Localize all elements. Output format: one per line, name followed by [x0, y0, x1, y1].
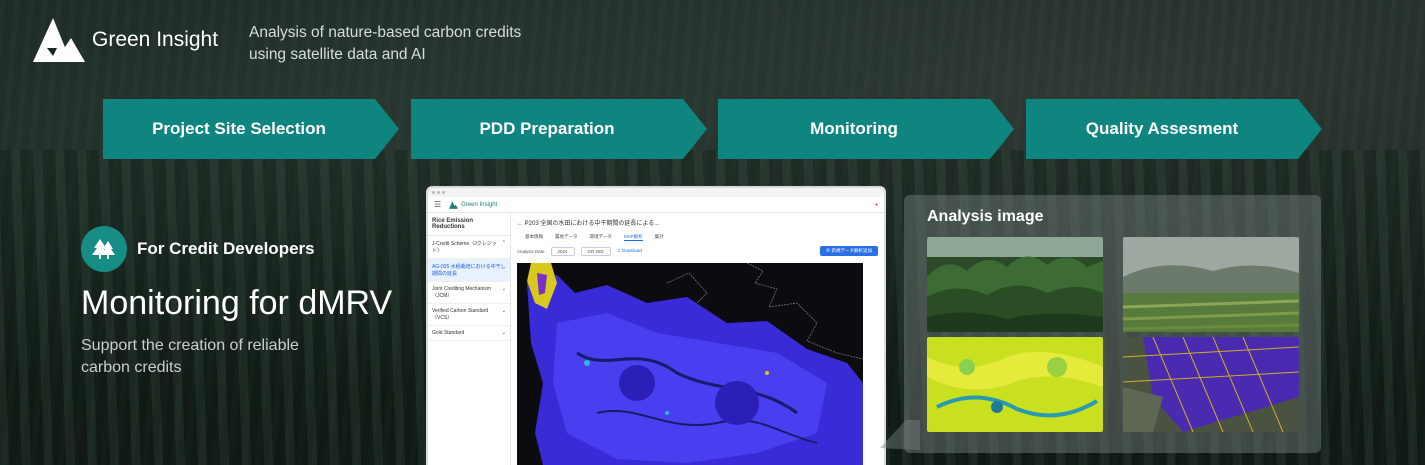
analysis-title: Analysis image: [927, 208, 1044, 225]
tagline-line-1: Analysis of nature-based carbon credits: [249, 24, 522, 41]
developer-badge-label: For Credit Developers: [137, 239, 315, 258]
step-label: Project Site Selection: [152, 119, 326, 138]
brand-tagline: Analysis of nature-based carbon credits …: [249, 22, 521, 66]
app-brand: Green Insight: [449, 200, 498, 209]
app-sidebar: Rice Emission Reductions J-Credit Scheme…: [428, 213, 511, 465]
sidebar-item-label: Joint Crediting Mechanism（JCM）: [432, 286, 491, 299]
map-rendering: [517, 263, 863, 465]
app-logo-icon: [449, 200, 459, 209]
breadcrumb: ← P203 全国の水田における中干期間の延長による...: [511, 213, 884, 232]
paddies-image: [1123, 337, 1299, 432]
sidebar-item-label: Gold Standard: [432, 330, 465, 336]
step-label: Monitoring: [810, 119, 898, 138]
ndvi-image: [927, 337, 1103, 432]
subtitle-line-1: Support the creation of reliable: [81, 337, 299, 354]
app-screenshot: ☰ Green Insight ● Rice Emission Reductio…: [426, 186, 886, 465]
hamburger-menu-icon[interactable]: ☰: [434, 200, 441, 209]
window-chrome: [428, 188, 884, 197]
brand-name: Green Insight: [92, 28, 219, 51]
window-dot: [442, 191, 445, 194]
window-dot: [437, 191, 440, 194]
app-main: ← P203 全国の水田における中干期間の延長による... 基本情報 農地データ…: [511, 213, 884, 465]
step-label: PDD Preparation: [479, 119, 615, 138]
forest-image: [927, 237, 1103, 332]
subtitle-line-2: carbon credits: [81, 359, 182, 376]
page-root: Green Insight Analysis of nature-based c…: [0, 0, 1425, 465]
step-project-site-selection[interactable]: Project Site Selection: [103, 99, 399, 159]
filter-label: Analysis Date: [517, 248, 545, 254]
add-analysis-button[interactable]: ⊕ 新規データ解析追加: [819, 246, 878, 256]
sidebar-title: Rice Emission Reductions: [428, 213, 510, 236]
analysis-image-ndvi[interactable]: [927, 337, 1103, 432]
tab-env-data[interactable]: 環境データ: [590, 234, 613, 241]
step-label: Quality Assesment: [1085, 119, 1239, 138]
sidebar-item-label: AG-005 水稲栽培における中干し期間の延長: [432, 264, 506, 277]
section-subtitle: Support the creation of reliable carbon …: [81, 335, 361, 379]
tab-farm-data[interactable]: 農地データ: [555, 234, 578, 241]
app-brand-name: Green Insight: [461, 201, 498, 208]
window-dot: [432, 191, 435, 194]
user-menu-icon[interactable]: ●: [875, 202, 878, 208]
plus-icon: ⊕: [825, 248, 831, 253]
analysis-image-paddies[interactable]: [1123, 337, 1299, 432]
analysis-panel: Analysis image: [904, 195, 1321, 453]
sidebar-item-ag005[interactable]: AG-005 水稲栽培における中干し期間の延長: [428, 259, 510, 282]
farmland-image: [1123, 237, 1299, 332]
breadcrumb-text: P203 全国の水田における中干期間の延長による...: [524, 221, 660, 227]
brand-logo[interactable]: Green Insight: [33, 18, 218, 62]
year-select[interactable]: 2024: [550, 246, 575, 256]
sidebar-item-label: J-Credit Scheme（Jクレジット）: [432, 241, 497, 254]
analysis-image-forest[interactable]: [927, 237, 1103, 332]
download-link[interactable]: ⇩ Download: [617, 248, 642, 254]
section-title: Monitoring for dMRV: [81, 284, 393, 322]
chevron-down-icon: ⌄: [501, 308, 506, 314]
app-body: Rice Emission Reductions J-Credit Scheme…: [428, 213, 884, 465]
satellite-map[interactable]: [517, 263, 863, 465]
tab-map-analysis[interactable]: MAP解析: [624, 234, 643, 241]
chevron-down-icon: ⌄: [501, 286, 506, 292]
tagline-line-2: using satellite data and AI: [249, 46, 426, 63]
sidebar-item-gold-standard[interactable]: Gold Standard ⌄: [428, 326, 510, 341]
tree-badge-icon: [81, 226, 127, 272]
analysis-image-farmland[interactable]: [1123, 237, 1299, 332]
download-icon: ⇩: [616, 248, 621, 253]
filter-bar: Analysis Date 2024 GR 25D ⇩ Download ⊕ 新…: [511, 243, 884, 259]
step-pdd-preparation[interactable]: PDD Preparation: [411, 99, 707, 159]
download-label: Download: [621, 248, 642, 253]
add-analysis-label: 新規データ解析追加: [831, 248, 873, 253]
sidebar-item-jcredit[interactable]: J-Credit Scheme（Jクレジット） ⌃: [428, 236, 510, 259]
step-monitoring[interactable]: Monitoring: [718, 99, 1014, 159]
sidebar-item-vcs[interactable]: Verified Carbon Standard（VCS） ⌄: [428, 304, 510, 326]
mountain-logo-icon: [33, 18, 85, 62]
sidebar-item-jcm[interactable]: Joint Crediting Mechanism（JCM） ⌄: [428, 282, 510, 304]
tab-basic-info[interactable]: 基本情報: [525, 234, 543, 241]
sidebar-item-label: Verified Carbon Standard（VCS）: [432, 308, 489, 321]
developer-badge: For Credit Developers: [81, 226, 315, 272]
back-arrow-icon[interactable]: ←: [517, 221, 523, 227]
chevron-down-icon: ⌄: [501, 330, 506, 336]
period-select[interactable]: GR 25D: [580, 246, 611, 256]
chevron-up-icon: ⌃: [501, 240, 506, 246]
app-header: ☰ Green Insight ●: [428, 197, 884, 213]
tab-summary[interactable]: 集計: [655, 234, 664, 241]
step-quality-assesment[interactable]: Quality Assesment: [1026, 99, 1322, 159]
app-tabs: 基本情報 農地データ 環境データ MAP解析 集計: [511, 232, 884, 243]
